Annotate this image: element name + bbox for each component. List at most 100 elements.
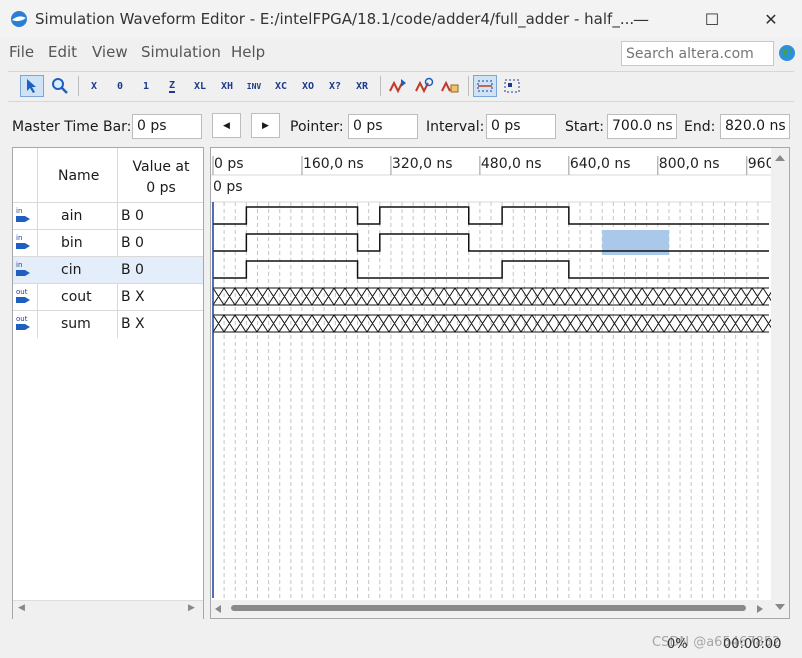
overwrite-low-button[interactable]: 0 bbox=[108, 75, 132, 97]
search-box bbox=[621, 41, 775, 66]
scroll-left-icon[interactable]: ◀ bbox=[18, 603, 25, 613]
svg-text:in: in bbox=[16, 234, 22, 242]
functional-simulation-button[interactable] bbox=[386, 75, 410, 97]
signal-name: ain bbox=[61, 208, 83, 224]
run-functional-icon bbox=[389, 79, 406, 94]
xl-icon: XL bbox=[193, 80, 207, 92]
left-hscrollbar[interactable]: ◀ ▶ bbox=[13, 600, 203, 619]
signal-value: B 0 bbox=[121, 235, 144, 251]
invert-button[interactable]: INV bbox=[242, 75, 266, 97]
waveform-vscrollbar bbox=[771, 148, 789, 618]
time-tick-label: 0 ps bbox=[214, 156, 244, 172]
pointer-label: Pointer: bbox=[290, 119, 344, 135]
pointer-icon bbox=[27, 79, 36, 93]
overwrite-value-button[interactable]: XR bbox=[350, 75, 374, 97]
signal-row-cin[interactable]: in cin B 0 bbox=[13, 256, 203, 283]
run-timing-icon bbox=[415, 77, 434, 94]
value-column-header[interactable]: Value at 0 ps bbox=[119, 157, 203, 199]
start-field[interactable]: 700.0 ns bbox=[607, 114, 677, 139]
toolbar-separator bbox=[468, 76, 469, 96]
timing-simulation-button[interactable] bbox=[412, 75, 436, 97]
menu-help[interactable]: Help bbox=[231, 43, 265, 61]
overwrite-clock-button[interactable]: XO bbox=[296, 75, 320, 97]
random-values-button[interactable]: X? bbox=[323, 75, 347, 97]
prev-transition-button[interactable]: ◀ bbox=[212, 113, 241, 138]
overwrite-weak-low-button[interactable]: XL bbox=[188, 75, 212, 97]
input-pin-icon: in bbox=[16, 234, 30, 249]
signal-name: cout bbox=[61, 289, 92, 305]
maximize-button[interactable]: ☐ bbox=[689, 0, 735, 38]
output-pin-icon: out bbox=[16, 288, 30, 303]
toolbar-separator bbox=[380, 76, 381, 96]
title-bar: Simulation Waveform Editor - E:/intelFPG… bbox=[0, 0, 802, 38]
inv-icon: INV bbox=[246, 81, 262, 91]
interval-field[interactable]: 0 ps bbox=[486, 114, 556, 139]
grid-options-button[interactable] bbox=[500, 75, 524, 97]
zero-icon: 0 bbox=[116, 80, 124, 92]
globe-icon[interactable] bbox=[778, 44, 796, 62]
master-time-bar-label: Master Time Bar: bbox=[12, 119, 132, 135]
overwrite-unknown-button[interactable]: X bbox=[82, 75, 106, 97]
menu-edit[interactable]: Edit bbox=[48, 43, 77, 61]
arrow-left-icon: ◀ bbox=[223, 120, 230, 131]
svg-text:out: out bbox=[16, 288, 28, 296]
signal-row-bin[interactable]: in bin B 0 bbox=[13, 229, 203, 256]
overwrite-high-impedance-button[interactable]: Z bbox=[160, 75, 184, 97]
svg-text:out: out bbox=[16, 315, 28, 323]
waveform-pane: 0 ps 160,0 ns 320,0 ns 480,0 ns 640,0 ns 800,… bbox=[210, 147, 790, 619]
status-progress: 0% bbox=[667, 637, 688, 652]
next-transition-button[interactable]: ▶ bbox=[251, 113, 280, 138]
snap-to-grid-button[interactable] bbox=[473, 75, 497, 97]
hscroll-thumb bbox=[231, 605, 746, 611]
time-tick-label: 800,0 ns bbox=[659, 156, 720, 172]
signal-value: B X bbox=[121, 289, 145, 305]
input-pin-icon: in bbox=[16, 207, 30, 222]
interval-label: Interval: bbox=[426, 119, 485, 135]
master-time-bar-field[interactable]: 0 ps bbox=[132, 114, 202, 139]
zoom-icon bbox=[52, 78, 68, 94]
time-tick-label: 480,0 ns bbox=[481, 156, 542, 172]
status-elapsed-time: 00:00:00 bbox=[723, 637, 782, 652]
menu-file[interactable]: File bbox=[9, 43, 34, 61]
output-pin-icon: out bbox=[16, 315, 30, 330]
cursor-time-label: 0 ps bbox=[213, 179, 243, 195]
time-tick-label: 320,0 ns bbox=[392, 156, 453, 172]
minimize-button[interactable]: — bbox=[618, 0, 664, 38]
time-tick-label: 160,0 ns bbox=[303, 156, 364, 172]
signal-row-cout[interactable]: out cout B X bbox=[13, 283, 203, 310]
selection-tool-button[interactable] bbox=[20, 75, 44, 97]
pointer-field[interactable]: 0 ps bbox=[348, 114, 418, 139]
zoom-tool-button[interactable] bbox=[48, 75, 72, 97]
signal-value: B X bbox=[121, 316, 145, 332]
svg-text:in: in bbox=[16, 207, 22, 215]
waveform-sum bbox=[212, 314, 775, 333]
end-field[interactable]: 820.0 ns bbox=[720, 114, 790, 139]
scroll-right-icon[interactable]: ▶ bbox=[188, 603, 195, 613]
menu-view[interactable]: View bbox=[92, 43, 128, 61]
menu-simulation[interactable]: Simulation bbox=[141, 43, 221, 61]
waveform-canvas[interactable]: 0 ps 160,0 ns 320,0 ns 480,0 ns 640,0 ns 800,… bbox=[211, 148, 789, 618]
svg-text:in: in bbox=[16, 261, 22, 269]
close-button[interactable]: ✕ bbox=[748, 0, 794, 38]
overwrite-high-button[interactable]: 1 bbox=[134, 75, 158, 97]
waveform-bin bbox=[213, 233, 769, 252]
signal-value: B 0 bbox=[121, 262, 144, 278]
x-icon: X bbox=[90, 80, 98, 92]
signal-row-ain[interactable]: in ain B 0 bbox=[13, 202, 203, 229]
toolbar: X 0 1 Z XL XH INV XC XO X? XR bbox=[8, 71, 794, 102]
signal-row-sum[interactable]: out sum B X bbox=[13, 310, 203, 337]
start-label: Start: bbox=[565, 119, 604, 135]
time-tick-label: 640,0 ns bbox=[570, 156, 631, 172]
signal-value: B 0 bbox=[121, 208, 144, 224]
arrow-right-icon: ▶ bbox=[262, 120, 269, 131]
xo-icon: XO bbox=[301, 80, 315, 92]
netlist-icon bbox=[441, 80, 459, 93]
sim-netlist-button[interactable] bbox=[438, 75, 462, 97]
signal-list-pane: Name Value at 0 ps in ain B 0 in bin B 0 in cin… bbox=[12, 147, 204, 619]
name-column-header[interactable]: Name bbox=[58, 168, 99, 184]
end-label: End: bbox=[684, 119, 716, 135]
overwrite-weak-high-button[interactable]: XH bbox=[215, 75, 239, 97]
app-icon bbox=[11, 11, 27, 27]
search-input[interactable] bbox=[622, 42, 775, 65]
count-value-button[interactable]: XC bbox=[269, 75, 293, 97]
